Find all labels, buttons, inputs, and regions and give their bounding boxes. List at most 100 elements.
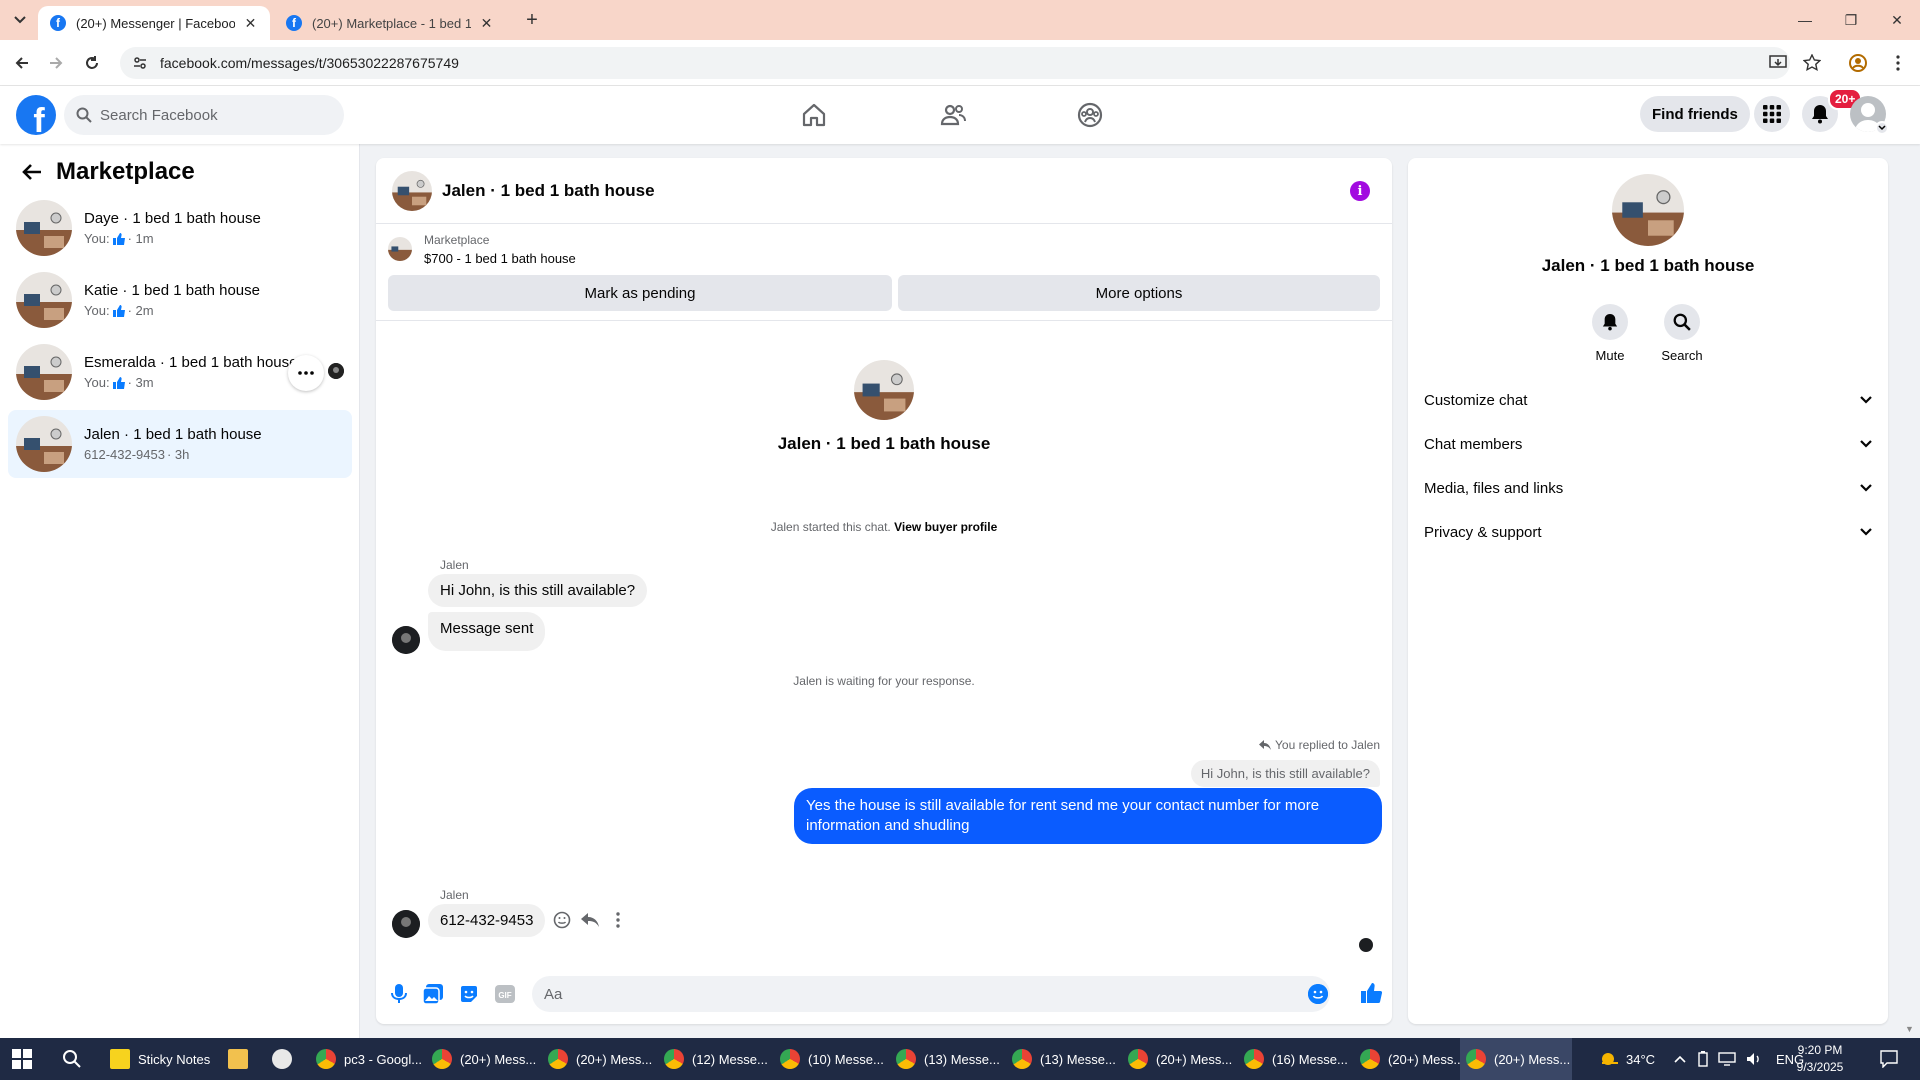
windows-start-icon[interactable] — [12, 1049, 32, 1069]
install-app-icon[interactable] — [1766, 51, 1790, 75]
search-icon — [76, 107, 92, 123]
taskbar-search-icon[interactable] — [62, 1049, 82, 1069]
window-close-icon[interactable]: ✕ — [1882, 8, 1912, 32]
mute-button[interactable]: Mute — [1580, 304, 1640, 363]
emoji-picker-icon[interactable] — [1308, 984, 1328, 1004]
conversation-more-options-icon[interactable] — [288, 355, 324, 391]
incoming-message[interactable]: 612-432-9453 — [428, 904, 546, 937]
find-friends-button[interactable]: Find friends — [1640, 96, 1750, 132]
facebook-search[interactable] — [64, 95, 344, 135]
chat-title[interactable]: Jalen · 1 bed 1 bath house — [442, 181, 655, 201]
minimize-icon[interactable]: — — [1790, 8, 1820, 32]
tab-search-chevron-icon[interactable] — [10, 10, 30, 30]
taskbar-chrome-window[interactable]: (10) Messe... — [774, 1038, 886, 1080]
taskbar-chrome-window[interactable]: (16) Messe... — [1238, 1038, 1350, 1080]
account-chevron-down-icon[interactable] — [1875, 121, 1889, 135]
taskbar-chrome-window[interactable]: (20+) Mess... — [426, 1038, 538, 1080]
taskbar-chrome-window[interactable]: (12) Messe... — [658, 1038, 770, 1080]
home-icon[interactable] — [794, 95, 834, 135]
incoming-message[interactable]: Message sent — [428, 612, 546, 651]
site-settings-icon[interactable] — [132, 55, 148, 71]
taskbar-clock[interactable]: 9:20 PM 9/3/2025 — [1780, 1042, 1860, 1076]
taskbar-item-label: Sticky Notes — [138, 1051, 211, 1067]
friends-icon[interactable] — [933, 95, 973, 135]
chrome-icon — [1128, 1049, 1148, 1069]
message-input[interactable] — [544, 985, 1284, 1003]
more-options-button[interactable]: More options — [898, 275, 1380, 311]
view-buyer-profile-link[interactable]: View buyer profile — [894, 520, 997, 534]
new-tab-button[interactable]: + — [520, 8, 544, 32]
gif-icon[interactable]: GIF — [494, 983, 516, 1005]
search-in-conversation-button[interactable]: Search — [1652, 304, 1712, 363]
address-bar[interactable]: facebook.com/messages/t/3065302228767574… — [120, 47, 1790, 79]
battery-icon[interactable] — [1698, 1051, 1708, 1067]
browser-tab-marketplace[interactable]: f (20+) Marketplace - 1 bed 1 ba ✕ — [274, 6, 506, 40]
bookmark-star-icon[interactable] — [1800, 51, 1824, 75]
conversation-prefix: You: — [84, 303, 110, 318]
reload-icon[interactable] — [80, 51, 104, 75]
back-arrow-icon[interactable] — [10, 51, 34, 75]
restore-icon[interactable]: ❐ — [1836, 8, 1866, 32]
react-emoji-icon[interactable] — [548, 906, 576, 934]
microphone-icon[interactable] — [388, 983, 410, 1005]
chrome-icon — [664, 1049, 684, 1069]
more-vertical-icon[interactable] — [604, 906, 632, 934]
tab-close-icon[interactable]: ✕ — [243, 15, 258, 31]
reply-arrow-icon — [1259, 740, 1272, 750]
taskbar-item-label: (12) Messe... — [692, 1051, 768, 1067]
marketplace-label: Marketplace — [424, 233, 490, 247]
notification-center-icon[interactable] — [1880, 1038, 1898, 1080]
taskbar-sticky-notes[interactable]: Sticky Notes — [104, 1038, 214, 1080]
conversation-info-icon[interactable]: i — [1350, 181, 1370, 201]
search-icon[interactable] — [1664, 304, 1700, 340]
reply-icon[interactable] — [576, 906, 604, 934]
groups-icon[interactable] — [1070, 95, 1110, 135]
message-input-field[interactable] — [532, 976, 1330, 1012]
taskbar-chrome-window[interactable]: (13) Messe... — [890, 1038, 1002, 1080]
back-arrow-icon[interactable] — [20, 160, 44, 184]
quoted-message[interactable]: Hi John, is this still available? — [1190, 760, 1380, 787]
customize-chat-section[interactable]: Customize chat — [1424, 378, 1872, 422]
taskbar-chrome-window[interactable]: (20+) Mess... — [1354, 1038, 1466, 1080]
taskbar-chrome-window[interactable]: pc3 - Googl... — [310, 1038, 422, 1080]
conversation-item-daye[interactable]: Daye · 1 bed 1 bath house You: · 1m — [8, 194, 352, 262]
chat-avatar[interactable] — [392, 170, 432, 211]
network-icon[interactable] — [1718, 1052, 1736, 1066]
incoming-message[interactable]: Hi John, is this still available? — [428, 574, 648, 607]
taskbar-chrome-window[interactable]: (20+) Mess... — [1122, 1038, 1234, 1080]
weather-widget[interactable]: 34°C — [1598, 1038, 1655, 1080]
conversation-time: · 1m — [127, 231, 154, 246]
sticker-icon[interactable] — [458, 983, 480, 1005]
taskbar-file-explorer[interactable] — [222, 1038, 258, 1080]
outgoing-message[interactable]: Yes the house is still available for ren… — [794, 788, 1382, 844]
facebook-logo-icon[interactable]: f — [16, 95, 56, 135]
mute-bell-icon[interactable] — [1592, 304, 1628, 340]
search-input[interactable] — [100, 106, 320, 124]
mark-as-pending-button[interactable]: Mark as pending — [388, 275, 892, 311]
scrollbar-down-arrow-icon[interactable]: ▼ — [1905, 1024, 1914, 1034]
tab-close-icon[interactable]: ✕ — [479, 15, 494, 31]
photo-attach-icon[interactable] — [422, 983, 444, 1005]
taskbar-chrome-window[interactable]: (13) Messe... — [1006, 1038, 1118, 1080]
chat-members-section[interactable]: Chat members — [1424, 422, 1872, 466]
tray-chevron-up-icon[interactable] — [1674, 1055, 1686, 1063]
conversation-item-katie[interactable]: Katie · 1 bed 1 bath house You: · 2m — [8, 266, 352, 334]
like-thumbs-up-icon[interactable] — [1358, 980, 1384, 1006]
sender-avatar — [392, 626, 420, 654]
browser-tab-messenger[interactable]: f (20+) Messenger | Facebook ✕ — [38, 6, 270, 40]
taskbar-item-label: (20+) Mess... — [576, 1051, 653, 1067]
taskbar-paint[interactable] — [266, 1038, 302, 1080]
volume-icon[interactable] — [1746, 1052, 1762, 1066]
listing-price-title[interactable]: $700 - 1 bed 1 bath house — [424, 251, 576, 266]
browser-menu-icon[interactable] — [1886, 51, 1910, 75]
details-avatar[interactable] — [1612, 174, 1684, 246]
privacy-support-section[interactable]: Privacy & support — [1424, 510, 1872, 554]
conversation-item-jalen[interactable]: Jalen · 1 bed 1 bath house 612-432-9453 … — [8, 410, 352, 478]
taskbar-chrome-window[interactable]: (20+) Mess... — [542, 1038, 654, 1080]
taskbar-chrome-window-active[interactable]: (20+) Mess... — [1460, 1038, 1572, 1080]
forward-arrow-icon[interactable] — [44, 51, 68, 75]
listing-thumbnail[interactable] — [388, 237, 412, 261]
menu-grid-icon[interactable] — [1754, 96, 1790, 132]
media-files-links-section[interactable]: Media, files and links — [1424, 466, 1872, 510]
browser-profile-icon[interactable] — [1846, 51, 1870, 75]
